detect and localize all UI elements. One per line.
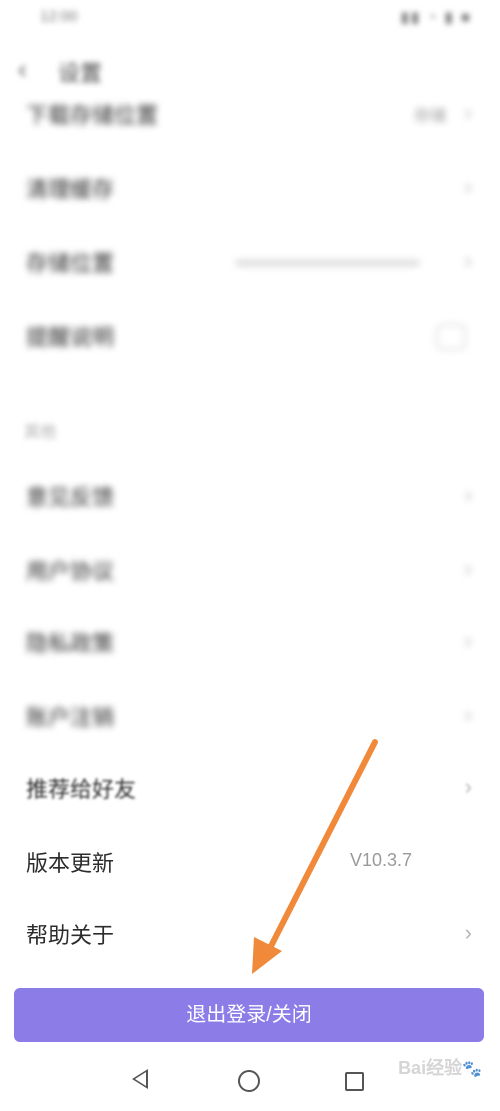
chevron-right-icon: › xyxy=(464,702,472,727)
watermark-text: Bai经验 xyxy=(398,1058,463,1078)
settings-row-recommend[interactable]: 推荐给好友 › xyxy=(0,758,500,818)
row-label: 推荐给好友 xyxy=(26,777,137,802)
settings-row-version-update[interactable]: 版本更新 V10.3.7 xyxy=(0,832,500,892)
settings-row-user-agreement[interactable]: 用户协议 › xyxy=(0,540,500,600)
chevron-right-icon: › xyxy=(464,174,472,199)
row-label: 隐私政策 xyxy=(26,631,115,656)
settings-row-clear-cache[interactable]: 清理缓存 › xyxy=(0,158,500,218)
row-label: 版本更新 xyxy=(26,851,115,876)
settings-row-download-location[interactable]: 下载存储位置 存储 › xyxy=(0,84,500,144)
chevron-right-icon: › xyxy=(464,774,472,799)
settings-row-account-cancel[interactable]: 账户注销 › xyxy=(0,686,500,746)
chevron-right-icon: › xyxy=(464,100,472,125)
storage-path-bar xyxy=(235,259,420,267)
status-time: 12:00 xyxy=(40,8,78,25)
row-label: 帮助关于 xyxy=(26,923,115,948)
row-label: 清理缓存 xyxy=(26,177,115,202)
settings-row-storage[interactable]: 存储位置 › xyxy=(0,232,500,292)
row-label: 存储位置 xyxy=(26,251,115,276)
section-title: 其他 xyxy=(24,424,57,441)
settings-row-feedback[interactable]: 意见反馈 › xyxy=(0,466,500,526)
version-value: V10.3.7 xyxy=(349,850,412,870)
chevron-right-icon: › xyxy=(464,628,472,653)
row-label: 意见反馈 xyxy=(26,485,115,510)
nav-recent-apps-icon[interactable] xyxy=(345,1072,364,1091)
settings-row-help-about[interactable]: 帮助关于 › xyxy=(0,904,500,964)
toggle-switch[interactable] xyxy=(436,324,466,350)
row-label: 账户注销 xyxy=(26,705,115,730)
paw-icon: 🐾 xyxy=(462,1061,482,1078)
chevron-right-icon: › xyxy=(464,920,472,945)
nav-home-icon[interactable] xyxy=(238,1070,260,1092)
row-value: 存储 xyxy=(413,108,446,125)
nav-back-icon[interactable] xyxy=(132,1069,148,1089)
logout-button[interactable]: 退出登录/关闭 xyxy=(14,988,484,1042)
chevron-right-icon: › xyxy=(464,482,472,507)
row-label: 用户协议 xyxy=(26,559,115,584)
row-label: 提醒说明 xyxy=(26,325,115,350)
status-bar: 12:00 ▮▮ ◔ ▮ ■ xyxy=(0,0,500,36)
row-label: 下载存储位置 xyxy=(26,103,159,128)
chevron-right-icon: › xyxy=(464,248,472,273)
status-icons: ▮▮ ◔ ▮ ■ xyxy=(400,9,472,26)
chevron-right-icon: › xyxy=(464,556,472,581)
settings-row-privacy[interactable]: 隐私政策 › xyxy=(0,612,500,672)
settings-row-reminder[interactable]: 提醒说明 xyxy=(0,306,500,366)
back-icon[interactable]: ‹ xyxy=(18,54,27,85)
watermark-logo: Bai经验🐾 xyxy=(398,1054,482,1080)
